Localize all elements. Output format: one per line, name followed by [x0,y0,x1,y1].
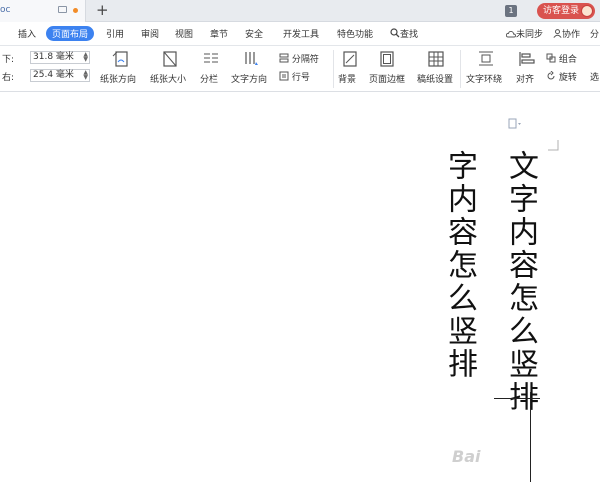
new-tab-button[interactable]: + [96,2,109,18]
search-icon [390,28,400,38]
margin-bottom-label: 下: [2,55,15,65]
background-label: 背景 [338,75,357,85]
background-icon [343,51,357,67]
visitor-login-label: 访客登录 [543,6,580,16]
margin-corner-mark [548,140,559,151]
paper-size-label: 纸张大小 [150,75,187,85]
rotate-icon [547,70,555,80]
collaborate-label: 协作 [562,30,581,40]
orientation-label: 纸张方向 [100,75,137,85]
rotate-button[interactable]: 旋转 [546,70,577,83]
watermark-logo: Bai [452,447,481,466]
rotate-label: 旋转 [558,73,577,83]
share-button[interactable]: 分 [590,27,599,40]
page-border-label: 页面边框 [369,75,406,85]
menu-page-layout[interactable]: 页面布局 [46,26,95,41]
paper-size-icon [163,51,177,67]
margin-right-value: 25.4 毫米 [33,70,74,80]
separator-button[interactable]: 分隔符 [279,52,319,65]
line-number-button[interactable]: 行号 [279,70,310,83]
margin-bottom-value: 31.8 毫米 [33,52,74,62]
text-wrap-button[interactable]: 文字环绕 [465,46,511,92]
select-button[interactable]: 选 [590,70,599,83]
text-direction-label: 文字方向 [231,75,268,85]
columns-icon [204,53,218,63]
page-border-button[interactable]: 页面边框 [368,46,408,92]
text-wrap-icon [479,51,493,66]
draft-paper-label: 稿纸设置 [417,75,454,85]
vertical-text-column-2[interactable]: 字内容怎么竖排 [442,150,477,381]
document-page[interactable]: 文字内容怎么竖排 字内容怎么竖排 Bai [0,92,600,500]
margin-right-input[interactable]: 25.4 毫米 ▲ ▼ [30,69,90,82]
margin-right-label: 右: [2,73,15,83]
menu-view[interactable]: 视图 [175,27,193,40]
paragraph-options-icon[interactable] [508,118,522,130]
menu-developer-tools[interactable]: 开发工具 [283,27,319,40]
margin-bottom-stepper[interactable]: ▲ ▼ [83,52,88,63]
title-tab-bar: oc + 1 访客登录 [0,0,600,22]
text-direction-icon [245,52,258,65]
group-label: 组合 [558,55,577,65]
group-icon [546,53,556,63]
text-cursor [494,398,540,399]
line-number-icon [279,71,289,81]
document-tab[interactable]: oc [0,0,86,22]
person-icon [553,29,562,38]
unsaved-dot-icon [73,8,78,13]
visitor-login-button[interactable]: 访客登录 [537,3,595,19]
draft-paper-button[interactable]: 稿纸设置 [416,46,456,92]
menu-references[interactable]: 引用 [106,27,124,40]
menu-special-features[interactable]: 特色功能 [337,27,373,40]
separator-icon [279,53,289,63]
menu-security[interactable]: 安全 [245,27,263,40]
cloud-icon [505,30,516,38]
menu-chapter[interactable]: 章节 [210,27,228,40]
margin-bottom-input[interactable]: 31.8 毫米 ▲ ▼ [30,51,90,64]
monitor-icon [58,6,67,13]
align-icon [519,52,535,66]
align-label: 对齐 [516,75,535,85]
margin-right-stepper[interactable]: ▲ ▼ [83,70,88,81]
search-label: 查找 [400,30,419,40]
menu-insert[interactable]: 插入 [18,27,36,40]
align-button[interactable]: 对齐 [514,46,540,92]
text-wrap-label: 文字环绕 [466,75,503,85]
toolbar-divider [460,50,461,88]
toolbar-divider [333,50,334,88]
columns-label: 分栏 [200,75,219,85]
columns-button[interactable]: 分栏 [198,46,226,92]
sync-status-button[interactable]: 未同步 [505,27,544,40]
avatar-icon [581,5,593,17]
draft-paper-icon [428,51,444,67]
search-button[interactable]: 查找 [390,27,418,40]
group-button[interactable]: 组合 [546,52,577,65]
page-orientation-icon [112,51,128,67]
orientation-button[interactable]: 纸张方向 [100,46,146,92]
paper-size-button[interactable]: 纸张大小 [149,46,195,92]
text-direction-button[interactable]: 文字方向 [230,46,274,92]
vertical-text-column-1[interactable]: 文字内容怎么竖排 [503,150,538,414]
line-number-label: 行号 [291,73,310,83]
menu-review[interactable]: 审阅 [141,27,159,40]
sync-status-label: 未同步 [516,30,544,40]
page-border-icon [380,51,394,67]
window-count-badge[interactable]: 1 [505,5,517,17]
separator-label: 分隔符 [291,55,319,65]
page-layout-toolbar: 下: 31.8 毫米 ▲ ▼ 右: 25.4 毫米 ▲ ▼ 纸张方向 纸张大小 分栏… [0,46,600,92]
document-tab-name: oc [0,5,11,15]
background-button[interactable]: 背景 [337,46,365,92]
collaborate-button[interactable]: 协作 [553,27,580,40]
menu-bar: 插入 页面布局 引用 审阅 视图 章节 安全 开发工具 特色功能 查找 未同步 … [0,22,600,46]
caret-line [530,392,531,482]
